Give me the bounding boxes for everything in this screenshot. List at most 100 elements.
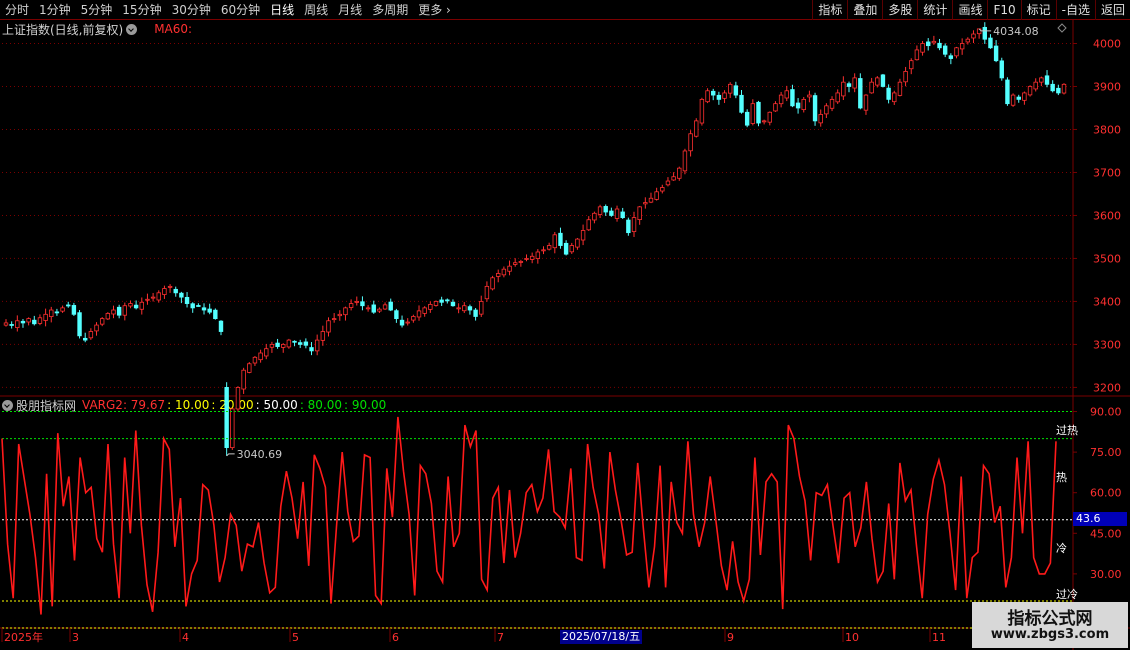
candle [9,324,14,326]
x-tick-label: 4 [182,631,189,644]
candle [360,301,365,307]
candle [846,83,852,87]
candle [105,313,111,320]
candle [637,206,642,221]
candle [597,206,603,215]
candle [275,342,280,347]
candle [439,299,444,303]
candle [711,90,716,96]
candle [416,310,422,318]
y-tick-label: 90.00 [1090,406,1122,419]
candle [750,103,756,124]
candle [37,317,43,324]
candle [456,307,461,310]
candle [512,262,518,265]
candle [179,292,184,298]
x-tick-label: 7 [497,631,504,644]
candle [77,312,82,337]
candle [139,301,144,310]
candle [496,273,501,277]
candle [592,212,597,221]
candle [993,45,999,62]
candle [841,81,846,97]
candle [541,249,546,252]
candle [682,150,688,172]
candle [490,277,495,290]
candle [83,337,88,341]
candle [450,301,456,307]
candle [32,319,37,325]
candle [382,304,388,310]
candle [926,41,931,47]
candle [411,316,416,321]
candle [569,245,574,253]
candle [1044,75,1050,85]
candle [626,219,631,234]
candle [484,285,490,300]
candle [739,94,744,113]
varg2-line [1,416,1057,615]
candle [931,40,937,44]
y-tick-label: 3900 [1093,80,1121,93]
candle [959,43,965,50]
candle [643,202,648,205]
x-tick-label: 2025年 [4,630,43,644]
candle [365,307,371,310]
chart-canvas[interactable]: 3200 3300 3400 3500 3600 3700 3800 3900 4000 4034… [0,0,1130,650]
candle [286,339,292,348]
candle [801,98,806,111]
candle [184,296,190,304]
candle [677,167,682,179]
diamond-icon [1057,23,1067,33]
candle [218,320,224,332]
candle [965,38,971,43]
candle [213,309,218,320]
candle [3,322,9,326]
zone-cold: 冷 [1056,542,1067,555]
y-tick-label: 30.00 [1090,568,1122,581]
candle [309,347,314,352]
candle [558,232,563,246]
candle [479,301,484,315]
candle [654,191,659,200]
current-value-tag: 43.6 [1073,512,1127,526]
y-tick-label: 3400 [1093,295,1121,308]
candle [552,234,558,249]
candle [524,258,529,260]
candle [858,78,863,109]
candle [756,101,761,124]
candle [1056,87,1061,94]
candle [116,306,122,316]
candle [422,307,427,314]
candle [903,71,908,83]
candle [716,94,722,100]
candle [49,309,54,318]
candle [462,305,467,312]
candle [348,303,354,308]
candle [230,408,235,449]
candle [699,98,705,124]
candle [648,197,654,203]
candle [580,230,586,241]
candle [343,307,348,316]
candle [252,356,258,364]
candle [586,219,591,231]
candle [914,49,920,61]
candle [190,303,195,309]
candle [1005,79,1010,105]
candle [331,318,337,321]
candle [665,180,671,186]
candle [66,304,71,307]
candle [812,95,818,122]
candle [128,303,133,307]
candle [264,348,269,357]
candle [807,94,812,98]
candle [99,318,105,325]
candle [795,102,801,109]
candle [43,313,48,321]
candle [394,310,399,320]
candle [433,301,439,306]
candle [1010,94,1016,106]
watermark-line1: 指标公式网 [1007,609,1093,629]
x-tick-label: 6 [392,631,399,644]
